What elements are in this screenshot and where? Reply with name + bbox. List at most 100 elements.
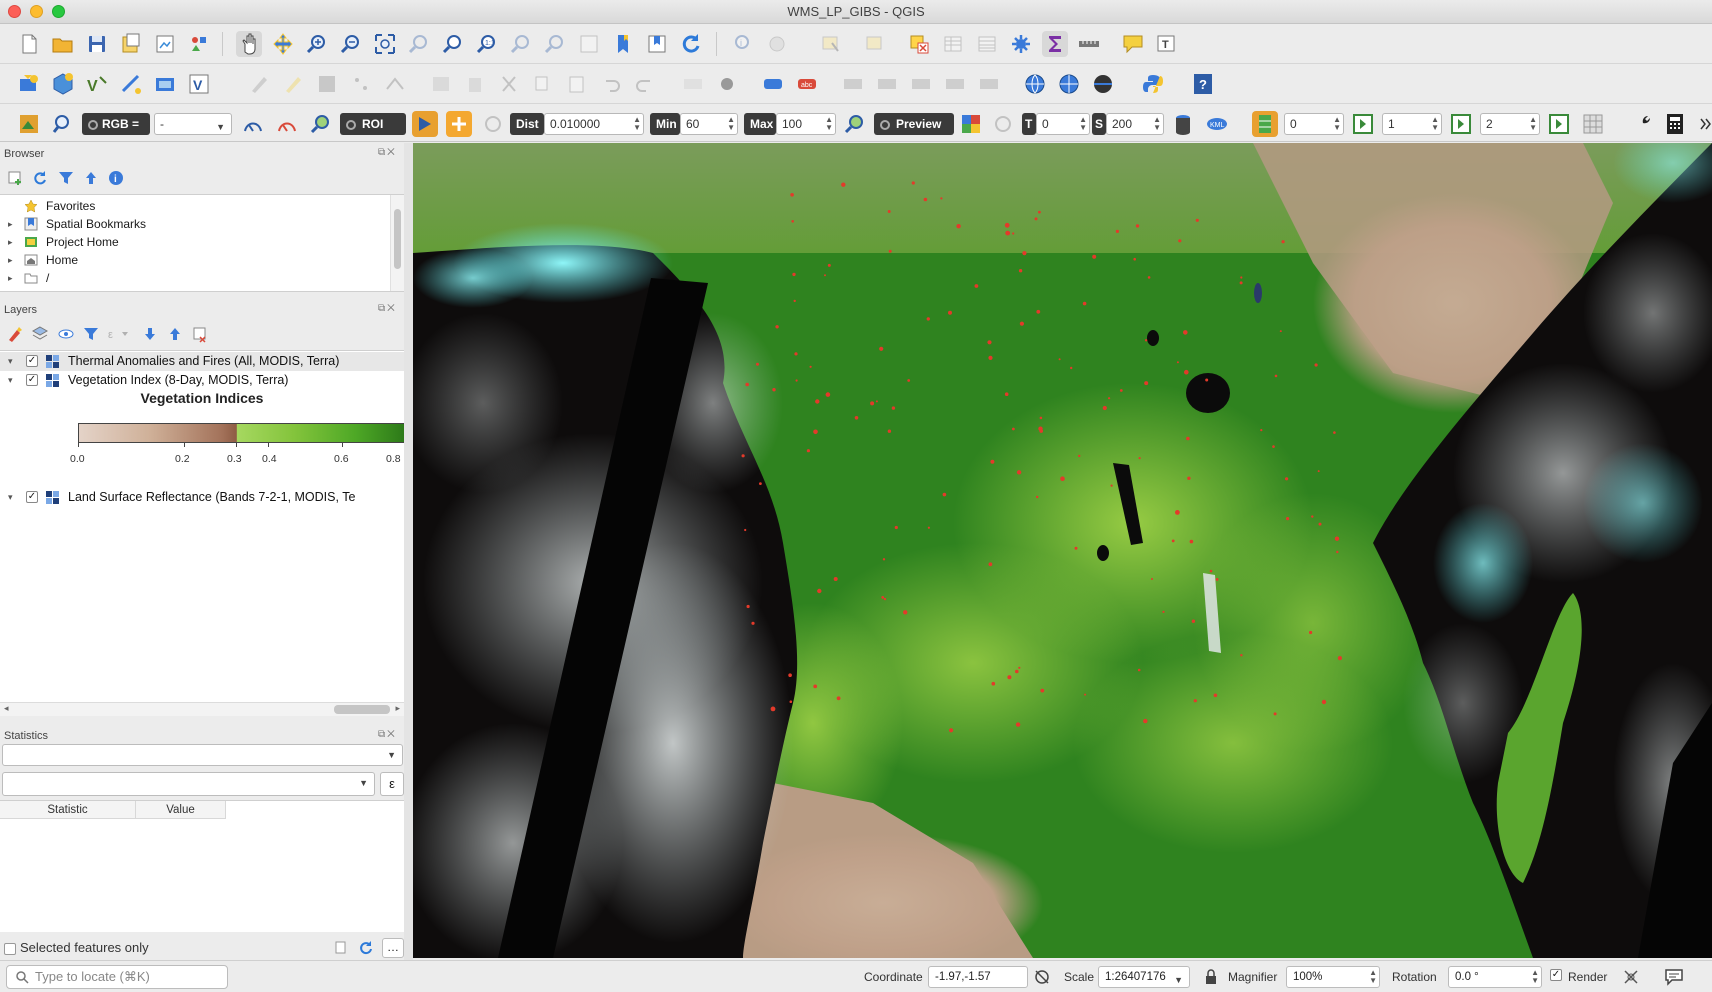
save-edits-icon[interactable] (314, 71, 340, 97)
dock-splitter[interactable] (404, 143, 413, 960)
add-selected-layers-icon[interactable] (6, 169, 24, 187)
preview-redo-icon[interactable] (990, 111, 1016, 137)
browser-tree[interactable]: Favorites ▸ Spatial Bookmarks ▸ Project … (0, 194, 404, 292)
refresh-stats-icon[interactable] (358, 940, 374, 956)
pan-to-selection-icon[interactable] (270, 31, 296, 57)
layer-row-vegetation[interactable]: ▾ ✓ Vegetation Index (8-Day, MODIS, Terr… (0, 371, 404, 390)
statistical-summary-icon[interactable] (1042, 31, 1068, 57)
toolbar-overflow-icon[interactable] (1692, 111, 1711, 137)
new-project-icon[interactable] (16, 31, 42, 57)
stepper-icon[interactable]: ▲ ▼ (1079, 116, 1087, 132)
change-label-icon[interactable] (942, 71, 968, 97)
pan-map-icon[interactable] (236, 31, 262, 57)
max-input[interactable]: 100 ▲ ▼ (776, 113, 836, 135)
filter-legend-icon[interactable] (82, 325, 100, 343)
browser-item-favorites[interactable]: Favorites (0, 197, 388, 215)
measure-line-icon[interactable] (1076, 31, 1102, 57)
expand-arrow-icon[interactable]: ▸ (8, 215, 13, 233)
scroll-right-icon[interactable]: ▸ (395, 703, 400, 714)
zoom-native-icon[interactable]: 1:1 (474, 31, 500, 57)
classification-preview-icon[interactable] (958, 111, 984, 137)
rgb-band-minus-icon[interactable] (240, 111, 266, 137)
rotate-label-icon[interactable] (908, 71, 934, 97)
add-wms-layer-icon[interactable] (152, 71, 178, 97)
layers-horizontal-scrollbar[interactable]: ◂ ▸ (0, 702, 404, 716)
lock-scale-icon[interactable] (1204, 969, 1218, 985)
browser-item-project-home[interactable]: ▸ Project Home (0, 233, 388, 251)
globe-settings-icon[interactable] (1090, 71, 1116, 97)
statistics-field-combo[interactable]: ▼ (2, 772, 375, 796)
map-canvas[interactable] (413, 143, 1712, 958)
move-label-icon[interactable] (874, 71, 900, 97)
column-header-statistic[interactable]: Statistic (0, 801, 136, 819)
open-attribute-table-icon[interactable] (940, 31, 966, 57)
delete-selected-icon[interactable] (462, 71, 488, 97)
browser-item-home[interactable]: ▸ Home (0, 251, 388, 269)
stepper-icon[interactable]: ▲ ▼ (633, 116, 641, 132)
select-by-value-icon[interactable] (862, 31, 888, 57)
expand-arrow-icon[interactable]: ▾ (8, 352, 13, 371)
copy-features-icon[interactable] (530, 71, 556, 97)
new-bookmark-icon[interactable] (610, 31, 636, 57)
add-raster-layer-icon[interactable] (118, 71, 144, 97)
map-tips-icon[interactable] (1120, 31, 1146, 57)
expand-arrow-icon[interactable]: ▸ (8, 233, 13, 251)
more-options-button[interactable]: … (382, 938, 404, 958)
current-edits-icon[interactable] (246, 71, 272, 97)
new-geopackage-icon[interactable] (50, 71, 76, 97)
band-next-c-icon[interactable] (1546, 111, 1572, 137)
show-bookmarks-icon[interactable] (644, 31, 670, 57)
stepper-icon[interactable]: ▲ ▼ (1369, 969, 1377, 985)
filter-icon[interactable] (57, 169, 75, 187)
magnifier-field[interactable]: 100% ▲ ▼ (1286, 966, 1380, 988)
min-input[interactable]: 60 ▲ ▼ (680, 113, 738, 135)
band-spin-a[interactable]: 0 ▲ ▼ (1284, 113, 1344, 135)
stepper-icon[interactable]: ▲ ▼ (727, 116, 735, 132)
properties-info-icon[interactable]: i (107, 169, 125, 187)
zoom-to-selection-icon[interactable] (406, 31, 432, 57)
crs-status-icon[interactable] (1622, 968, 1640, 986)
coordinate-field[interactable]: -1.97,-1.57 (928, 966, 1028, 988)
create-roi-icon[interactable] (412, 111, 438, 137)
browser-scrollbar[interactable] (390, 195, 404, 291)
zoom-roi-icon[interactable] (308, 111, 334, 137)
select-features-icon[interactable] (818, 31, 844, 57)
layer-visibility-checkbox[interactable]: ✓ (26, 355, 38, 367)
expression-button[interactable]: ε (380, 772, 404, 796)
rotation-field[interactable]: 0.0 ° ▲ ▼ (1448, 966, 1542, 988)
stepper-icon[interactable]: ▲ ▼ (825, 116, 833, 132)
save-project-icon[interactable] (84, 31, 110, 57)
browser-item-spatial-bookmarks[interactable]: ▸ Spatial Bookmarks (0, 215, 388, 233)
zoom-next-icon[interactable] (542, 31, 568, 57)
globe-icon[interactable] (1022, 71, 1048, 97)
paste-features-icon[interactable] (564, 71, 590, 97)
t-input[interactable]: 0 ▲ ▼ (1036, 113, 1090, 135)
new-map-view-icon[interactable] (576, 31, 602, 57)
layers-panel-controls[interactable]: ⧉✕ (378, 303, 397, 314)
zoom-out-icon[interactable] (338, 31, 364, 57)
rgb-band-combo[interactable]: - ▼ (154, 113, 232, 135)
field-calculator-icon[interactable] (974, 31, 1000, 57)
collapse-all-icon[interactable] (82, 169, 100, 187)
browser-item-root[interactable]: ▸ / (0, 269, 388, 287)
cut-features-icon[interactable] (496, 71, 522, 97)
roi-toggle[interactable]: ROI (340, 113, 406, 135)
redo-icon[interactable] (632, 71, 658, 97)
roi-plus-icon[interactable] (446, 111, 472, 137)
scp-dock-icon[interactable] (16, 111, 42, 137)
band-spin-b[interactable]: 1 ▲ ▼ (1382, 113, 1442, 135)
undo-icon[interactable] (598, 71, 624, 97)
stepper-icon[interactable]: ▲ ▼ (1333, 116, 1341, 132)
deselect-all-icon[interactable] (906, 31, 932, 57)
rgb-band-plus-icon[interactable] (274, 111, 300, 137)
add-vector-layer-icon[interactable]: V (84, 71, 110, 97)
zoom-in-icon[interactable] (304, 31, 330, 57)
highlight-label-icon[interactable] (840, 71, 866, 97)
toggle-editing-icon[interactable] (280, 71, 306, 97)
scroll-thumb[interactable] (334, 705, 390, 714)
scroll-left-icon[interactable]: ◂ (4, 703, 9, 714)
identify-features-icon[interactable]: i (730, 31, 756, 57)
stepper-icon[interactable]: ▲ ▼ (1531, 969, 1539, 985)
band-next-a-icon[interactable] (1350, 111, 1376, 137)
layer-labeling-icon[interactable] (760, 71, 786, 97)
